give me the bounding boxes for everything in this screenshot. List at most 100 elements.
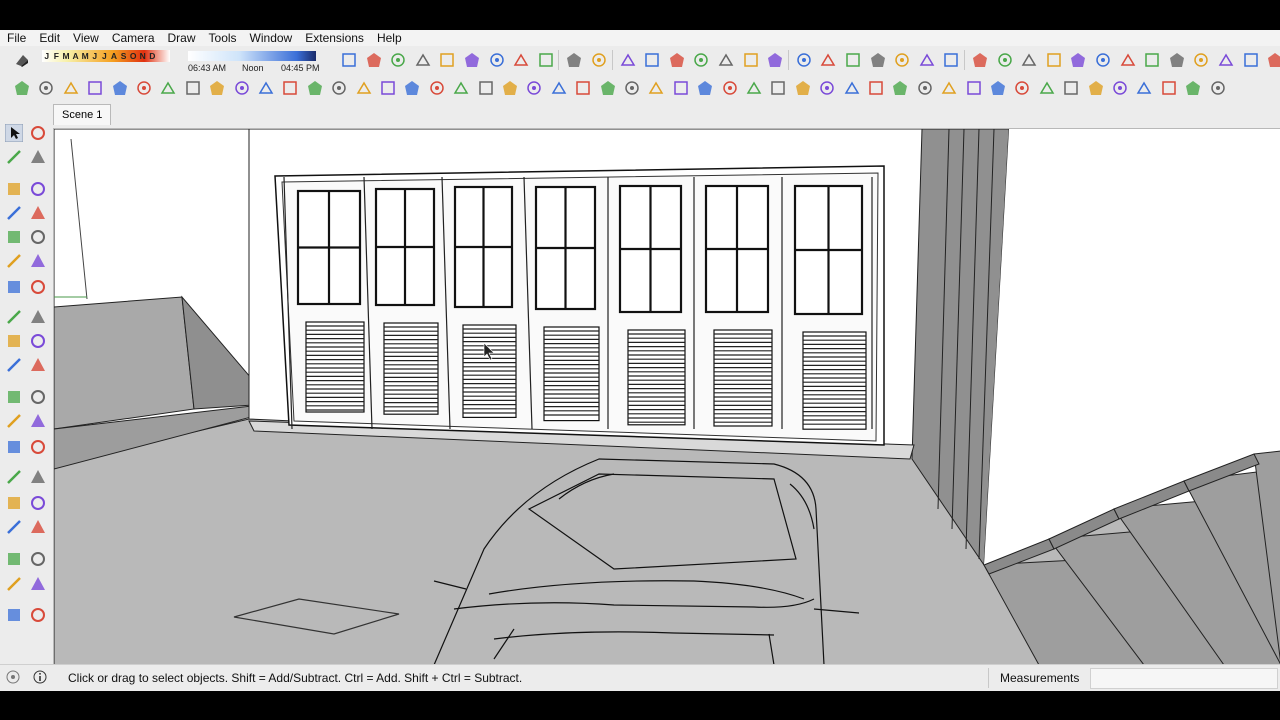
monochrome-icon[interactable] (767, 52, 783, 68)
menu-extensions[interactable]: Extensions (298, 31, 370, 45)
toolbar-tool-32-icon[interactable] (770, 80, 786, 96)
geo-location-icon[interactable] (6, 670, 20, 684)
position-camera-icon[interactable] (5, 550, 23, 568)
toolbar-tool-48-icon[interactable] (1161, 80, 1177, 96)
tape-measure-icon[interactable] (5, 388, 23, 406)
toolbar-tool-16-icon[interactable] (380, 80, 396, 96)
toolbar-tool-29-icon[interactable] (697, 80, 713, 96)
toolbar-tool-33-icon[interactable] (795, 80, 811, 96)
tab-scene-1[interactable]: Scene 1 (53, 104, 112, 125)
toolbar-tool-8-icon[interactable] (185, 80, 201, 96)
toolbar-tool-1-icon[interactable] (14, 80, 30, 96)
scale-icon[interactable] (5, 356, 23, 374)
materials-icon[interactable] (1193, 52, 1209, 68)
toolbar-tool-15-icon[interactable] (356, 80, 372, 96)
text-icon[interactable] (29, 412, 47, 430)
look-around-icon[interactable] (29, 550, 47, 568)
toolbar-tool-25-icon[interactable] (600, 80, 616, 96)
rectangle-icon[interactable] (5, 204, 23, 222)
toolbar-tool-2-icon[interactable] (38, 80, 54, 96)
toolbar-tool-9-icon[interactable] (209, 80, 225, 96)
toolbar-tool-26-icon[interactable] (624, 80, 640, 96)
info-icon[interactable] (33, 670, 47, 684)
toolbar-tool-27-icon[interactable] (648, 80, 664, 96)
hidden-line-icon[interactable] (693, 52, 709, 68)
menu-draw[interactable]: Draw (161, 31, 202, 45)
menu-window[interactable]: Window (243, 31, 299, 45)
modeling-viewport[interactable] (53, 128, 1280, 665)
toolbar-tool-21-icon[interactable] (502, 80, 518, 96)
toolbar-tool-47-icon[interactable] (1136, 80, 1152, 96)
toolbar-tool-20-icon[interactable] (478, 80, 494, 96)
toolbar-tool-46-icon[interactable] (1112, 80, 1128, 96)
toolbar-tool-12-icon[interactable] (282, 80, 298, 96)
line-icon[interactable] (5, 180, 23, 198)
follow-me-icon[interactable] (29, 332, 47, 350)
toolbar-tool-49-icon[interactable] (1185, 80, 1201, 96)
add-location-icon[interactable] (341, 52, 357, 68)
toolbar-tool-43-icon[interactable] (1039, 80, 1055, 96)
toolbar-tool-7-icon[interactable] (160, 80, 176, 96)
toolbar-tool-18-icon[interactable] (429, 80, 445, 96)
toolbar-tool-19-icon[interactable] (453, 80, 469, 96)
toolbar-tool-30-icon[interactable] (722, 80, 738, 96)
toolbar-tool-11-icon[interactable] (258, 80, 274, 96)
toolbar-tool-5-icon[interactable] (112, 80, 128, 96)
toolbar-tool-13-icon[interactable] (307, 80, 323, 96)
3d-text-icon[interactable] (29, 438, 47, 456)
save-icon[interactable] (390, 52, 406, 68)
toolbar-tool-14-icon[interactable] (331, 80, 347, 96)
toolbar-tool-28-icon[interactable] (673, 80, 689, 96)
toolbar-tool-50-icon[interactable] (1210, 80, 1226, 96)
warehouse-icon[interactable] (1046, 52, 1062, 68)
eraser-icon[interactable] (29, 148, 47, 166)
measurements-input[interactable] (1090, 668, 1278, 689)
iso-view-icon[interactable] (796, 52, 812, 68)
component-icon[interactable] (29, 124, 47, 142)
shaded-textures-icon[interactable] (743, 52, 759, 68)
shadow-settings-widget[interactable]: JFMAMJJASOND 06:43 AM Noon 04:45 PM (38, 50, 320, 74)
model-info-icon[interactable] (591, 52, 607, 68)
component-icon[interactable] (1021, 52, 1037, 68)
layout-icon[interactable] (1120, 52, 1136, 68)
toolbar-tool-39-icon[interactable] (941, 80, 957, 96)
time-slider[interactable] (188, 51, 316, 61)
settings-icon[interactable] (1267, 52, 1280, 68)
freehand-icon[interactable] (29, 180, 47, 198)
pie-icon[interactable] (5, 278, 23, 296)
rotated-rectangle-icon[interactable] (29, 204, 47, 222)
toolbar-tool-37-icon[interactable] (892, 80, 908, 96)
shadows-toggle-icon[interactable] (14, 52, 30, 68)
polygon-icon[interactable] (29, 228, 47, 246)
sandbox-from-scratch-icon[interactable] (29, 606, 47, 624)
print-icon[interactable] (566, 52, 582, 68)
right-view-icon[interactable] (870, 52, 886, 68)
cut-icon[interactable] (415, 52, 431, 68)
select-icon[interactable] (4, 123, 24, 143)
pan-icon[interactable] (29, 468, 47, 486)
push-pull-icon[interactable] (29, 308, 47, 326)
arc-icon[interactable] (5, 252, 23, 270)
redo-icon[interactable] (538, 52, 554, 68)
toolbar-tool-31-icon[interactable] (746, 80, 762, 96)
erase-icon[interactable] (489, 52, 505, 68)
menu-tools[interactable]: Tools (202, 31, 243, 45)
top-view-icon[interactable] (820, 52, 836, 68)
orbit-icon[interactable] (5, 468, 23, 486)
menu-camera[interactable]: Camera (105, 31, 161, 45)
previous-icon[interactable] (29, 518, 47, 536)
toolbar-tool-3-icon[interactable] (63, 80, 79, 96)
toolbar-tool-40-icon[interactable] (966, 80, 982, 96)
sandbox-from-contours-icon[interactable] (5, 606, 23, 624)
menu-file[interactable]: File (0, 31, 32, 45)
toolbar-tool-35-icon[interactable] (844, 80, 860, 96)
toolbar-tool-10-icon[interactable] (234, 80, 250, 96)
rotate-icon[interactable] (5, 332, 23, 350)
sketch-icon[interactable] (1144, 52, 1160, 68)
menu-view[interactable]: View (66, 31, 105, 45)
month-slider[interactable]: JFMAMJJASOND (42, 50, 170, 62)
toolbar-tool-42-icon[interactable] (1014, 80, 1030, 96)
circle-icon[interactable] (5, 228, 23, 246)
outliner-icon[interactable] (1243, 52, 1259, 68)
styles-icon[interactable] (1218, 52, 1234, 68)
